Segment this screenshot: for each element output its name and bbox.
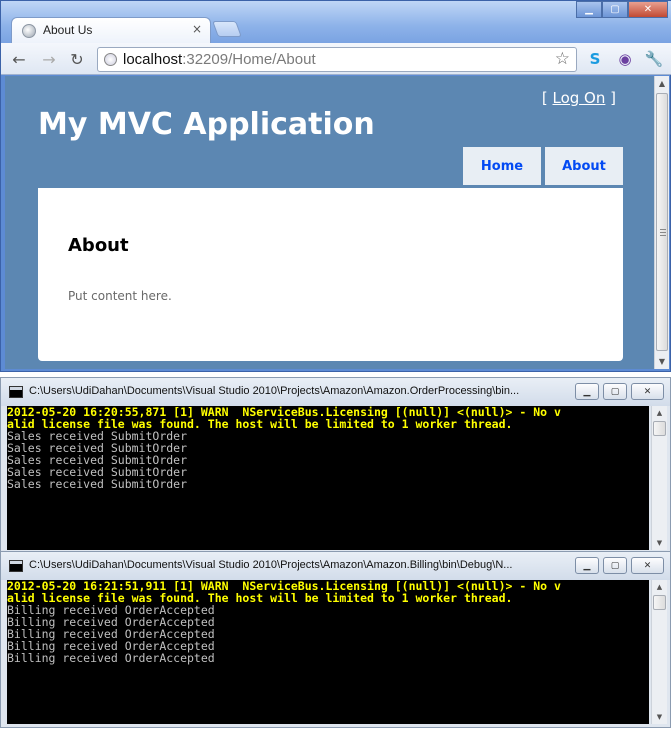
console-scroll-up-icon[interactable]: ▲ [652,406,667,420]
window-controls: ▁ ▢ ✕ [576,1,668,18]
console-app-icon [9,386,23,398]
url-host: localhost [123,51,183,68]
scroll-up-arrow-icon[interactable]: ▲ [655,76,669,91]
console-scrollbar[interactable]: ▲ ▼ [651,580,667,724]
browser-titlebar: About Us × ▁ ▢ ✕ [1,1,671,43]
back-arrow-icon[interactable]: ← [9,49,29,69]
console-line: Sales received SubmitOrder [7,477,188,491]
reload-icon[interactable]: ↻ [67,49,87,69]
main-menu: Home About [463,147,623,185]
site-title: My MVC Application [38,107,375,142]
bookmark-star-icon[interactable]: ☆ [555,49,570,69]
console-scrollbar[interactable]: ▲ ▼ [651,406,667,550]
address-bar[interactable]: localhost:32209/Home/About ☆ [97,47,577,72]
page-heading: About [68,235,129,256]
console-titlebar: C:\Users\UdiDahan\Documents\Visual Studi… [1,378,670,406]
menu-item-about[interactable]: About [545,147,623,185]
scroll-down-arrow-icon[interactable]: ▼ [655,354,669,369]
tab-title: About Us [43,23,93,37]
eye-extension-icon[interactable]: ◉ [615,49,635,69]
console-maximize-button[interactable]: ▢ [603,383,627,400]
console-title: C:\Users\UdiDahan\Documents\Visual Studi… [29,385,520,397]
console-scroll-up-icon[interactable]: ▲ [652,580,667,594]
console-close-button[interactable]: ✕ [631,383,664,400]
tab-about-us[interactable]: About Us × [11,17,211,43]
console-output[interactable]: 2012-05-20 16:20:55,871 [1] WARN NServic… [7,406,649,550]
console-scroll-thumb[interactable] [653,595,666,610]
console-window-orderprocessing: C:\Users\UdiDahan\Documents\Visual Studi… [0,377,671,554]
console-app-icon [9,560,23,572]
console-scroll-down-icon[interactable]: ▼ [652,536,667,550]
browser-scrollbar[interactable]: ▲ ▼ [654,76,669,369]
skype-extension-icon[interactable]: S [585,49,605,69]
console-window-billing: C:\Users\UdiDahan\Documents\Visual Studi… [0,551,671,728]
main-content-panel: About Put content here. [38,188,623,361]
console-titlebar: C:\Users\UdiDahan\Documents\Visual Studi… [1,552,670,580]
browser-toolbar: ← → ↻ localhost:32209/Home/About ☆ S ◉ 🔧 [1,43,671,75]
minimize-button[interactable]: ▁ [576,1,602,18]
menu-item-home[interactable]: Home [463,147,541,185]
console-line: Billing received OrderAccepted [7,651,215,665]
logon-bracket-open: [ [541,89,553,107]
console-close-button[interactable]: ✕ [631,557,664,574]
console-window-controls: ▁ ▢ ✕ [575,557,664,574]
console-title: C:\Users\UdiDahan\Documents\Visual Studi… [29,559,513,571]
url-text: localhost:32209/Home/About [123,51,316,68]
console-scroll-down-icon[interactable]: ▼ [652,710,667,724]
new-tab-button[interactable] [212,21,242,37]
page-viewport: [ Log On ] My MVC Application Home About… [5,76,656,369]
page-favicon-icon [22,24,36,38]
console-minimize-button[interactable]: ▁ [575,557,599,574]
page-content-text: Put content here. [68,289,172,303]
url-path: :32209/Home/About [182,51,316,68]
console-window-controls: ▁ ▢ ✕ [575,383,664,400]
browser-window: About Us × ▁ ▢ ✕ ← → ↻ localhost:32209/H… [0,0,671,372]
console-maximize-button[interactable]: ▢ [603,557,627,574]
scroll-grip [660,229,666,237]
logon-bracket-close: ] [605,89,616,107]
logon-area: [ Log On ] [542,89,616,107]
maximize-button[interactable]: ▢ [602,1,628,18]
console-output[interactable]: 2012-05-20 16:21:51,911 [1] WARN NServic… [7,580,649,724]
console-minimize-button[interactable]: ▁ [575,383,599,400]
wrench-icon[interactable]: 🔧 [644,49,664,69]
scroll-thumb[interactable] [656,93,668,351]
forward-arrow-icon[interactable]: → [39,49,59,69]
close-button[interactable]: ✕ [628,1,668,18]
tab-close-icon[interactable]: × [192,22,202,36]
console-scroll-thumb[interactable] [653,421,666,436]
logon-link[interactable]: Log On [553,89,606,107]
page-icon [104,53,117,66]
